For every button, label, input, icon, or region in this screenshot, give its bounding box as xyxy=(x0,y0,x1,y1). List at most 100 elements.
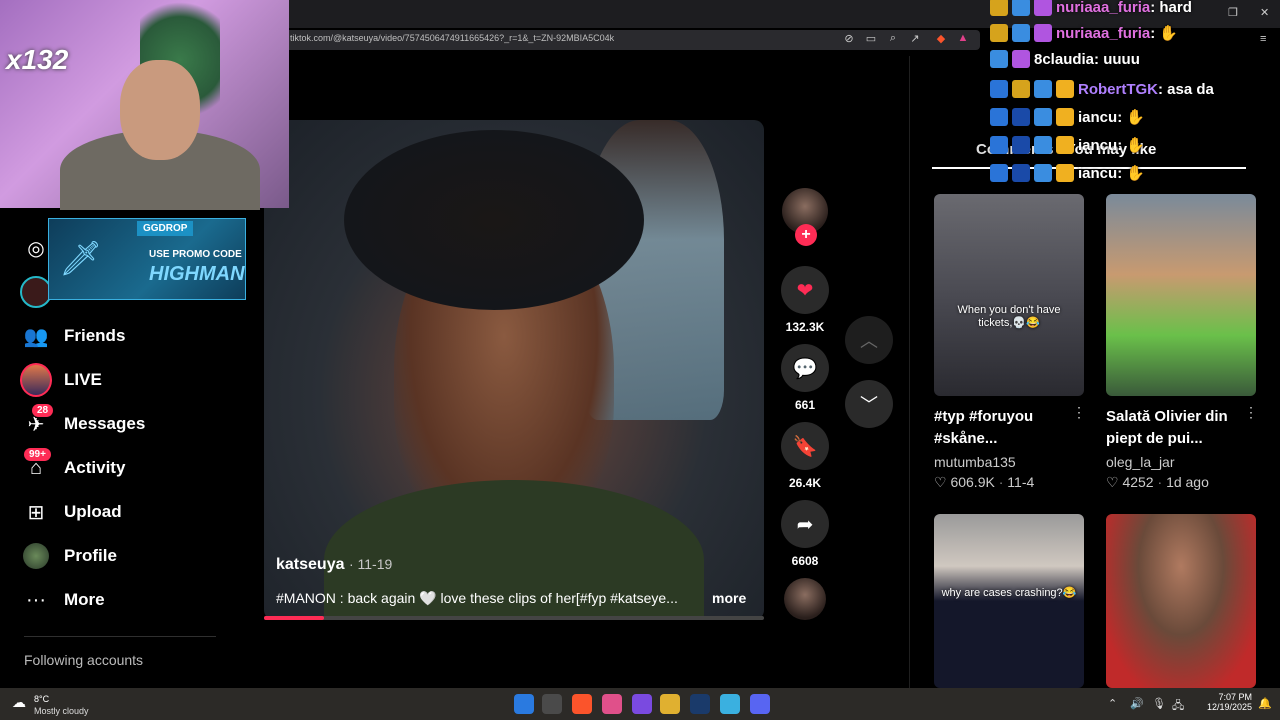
network-icon[interactable]: 🖧 xyxy=(1172,697,1184,716)
streamer-webcam: x132 xyxy=(0,0,289,210)
address-bar[interactable]: tiktok.com/@katseuya/video/7574506474911… xyxy=(282,30,980,50)
comment-count: 661 xyxy=(794,398,816,412)
weather-temperature: 8°C xyxy=(34,694,50,704)
card-thumbnail[interactable] xyxy=(1106,194,1256,396)
creator-avatar-button[interactable]: + xyxy=(780,188,830,246)
card-thumbnail[interactable] xyxy=(1106,514,1256,688)
menu-icon[interactable]: ≡ xyxy=(1260,33,1266,53)
notepad-icon[interactable] xyxy=(720,694,740,714)
brave-browser-icon[interactable] xyxy=(572,694,592,714)
share-count: 6608 xyxy=(791,554,819,568)
tray-chevron-icon[interactable]: ⌃ xyxy=(1108,697,1117,710)
sidebar-item-more[interactable]: ··· More xyxy=(20,580,105,620)
zoom-icon[interactable]: ⌕ xyxy=(886,32,900,45)
sidebar-item-messages[interactable]: ✈ 28 Messages xyxy=(20,404,145,444)
ha-badge-icon xyxy=(1056,164,1074,182)
recommended-card[interactable] xyxy=(1106,514,1256,688)
system-clock[interactable]: 7:07 PM 12/19/2025 xyxy=(1200,692,1252,712)
heart-icon[interactable]: ❤ xyxy=(781,266,829,314)
previous-video-button[interactable]: ︿ xyxy=(845,316,893,364)
brave-shield-icon[interactable]: ◆ xyxy=(934,32,948,45)
chat-username: nuriaaa_furia xyxy=(1056,0,1151,16)
card-thumbnail[interactable]: When you don't have tickets,💀😂 xyxy=(934,194,1084,396)
bg-badge-icon xyxy=(1012,108,1030,126)
card-title[interactable]: Salată Olivier din piept de pui... xyxy=(1106,406,1244,450)
share-arrow-icon[interactable]: ➦ xyxy=(781,500,829,548)
caption-more-button[interactable]: more xyxy=(712,590,746,606)
app-icon[interactable] xyxy=(632,694,652,714)
file-explorer-icon[interactable] xyxy=(660,694,680,714)
cloud-icon: ☁ xyxy=(12,694,26,710)
chat-line: 8claudia: uuuu xyxy=(990,46,1140,72)
sidebar-item-friends[interactable]: 👥 Friends xyxy=(20,316,126,356)
app-icon[interactable] xyxy=(602,694,622,714)
speaker-icon[interactable]: 🔊 xyxy=(1130,697,1144,710)
crown-badge-icon xyxy=(990,24,1008,42)
card-author[interactable]: oleg_la_jar xyxy=(1106,454,1256,470)
reader-icon[interactable]: ⊘ xyxy=(842,32,856,45)
microphone-icon[interactable]: 🎙 xyxy=(1152,697,1166,710)
share-icon[interactable]: ↗ xyxy=(908,32,922,45)
steam-icon[interactable] xyxy=(690,694,710,714)
chat-username: nuriaaa_furia xyxy=(1056,24,1151,42)
sidebar-item-live[interactable]: LIVE xyxy=(20,360,102,400)
promo-line1: USE PROMO CODE xyxy=(149,249,242,260)
sidebar-item-label: Messages xyxy=(64,414,146,433)
card-title[interactable]: #typ #foruyou #skåne... xyxy=(934,406,1072,450)
card-thumbnail[interactable]: why are cases crashing?😂 xyxy=(934,514,1084,688)
following-accounts-heading: Following accounts xyxy=(24,652,144,668)
sidebar-item-activity[interactable]: ⌂ 99+ Activity xyxy=(20,448,125,488)
card-date: 11-4 xyxy=(1007,474,1035,490)
next-video-button[interactable]: ﹀ xyxy=(845,380,893,428)
chat-message: asa da xyxy=(1167,80,1214,98)
follow-plus-icon[interactable]: + xyxy=(795,224,817,246)
recommended-card[interactable]: When you don't have tickets,💀😂 #typ #for… xyxy=(934,194,1086,491)
discord-icon[interactable] xyxy=(750,694,770,714)
creator-avatar[interactable]: + xyxy=(782,188,828,246)
card-menu-icon[interactable]: ⋮ xyxy=(1244,404,1258,421)
clock-time: 7:07 PM xyxy=(1218,692,1252,702)
like-button[interactable]: ❤ 132.3K xyxy=(780,266,830,334)
card-menu-icon[interactable]: ⋮ xyxy=(1072,404,1086,421)
notification-icon[interactable]: 🔔 xyxy=(1258,697,1272,710)
close-window-icon[interactable]: ✕ xyxy=(1260,6,1269,26)
brave-rewards-icon[interactable]: ▲ xyxy=(956,32,970,44)
cast-icon[interactable]: ▭ xyxy=(864,32,878,45)
comment-button[interactable]: 💬 661 xyxy=(780,344,830,412)
share-button[interactable]: ➦ 6608 xyxy=(780,500,830,568)
ha-badge-icon xyxy=(1056,108,1074,126)
chat-line: nuriaaa_furia: ✋ xyxy=(990,20,1178,46)
video-author[interactable]: katseuya xyxy=(276,556,345,573)
chevron-up-icon: ︿ xyxy=(860,331,878,351)
video-player[interactable] xyxy=(264,120,764,620)
heart-outline-icon: ♡ xyxy=(934,474,947,490)
url-text[interactable]: tiktok.com/@katseuya/video/7574506474911… xyxy=(290,33,614,43)
sidebar-item-upload[interactable]: ⊞ Upload xyxy=(20,492,122,532)
emote-icon: ✋ xyxy=(1126,137,1146,154)
video-frame-hair xyxy=(344,130,644,310)
recommended-card[interactable]: why are cases crashing?😂 xyxy=(934,514,1084,688)
chat-username: 8claudia xyxy=(1034,50,1095,68)
video-progress-bar[interactable] xyxy=(264,616,764,620)
sound-avatar-button[interactable] xyxy=(780,578,830,620)
streamer-face xyxy=(120,60,200,160)
restore-icon[interactable]: ❐ xyxy=(1228,6,1238,26)
sound-disc-icon[interactable] xyxy=(784,578,826,620)
windows-start-icon[interactable] xyxy=(514,694,534,714)
video-progress-fill xyxy=(264,616,324,620)
chat-line: RobertTGK: asa da xyxy=(990,76,1214,102)
task-view-icon[interactable] xyxy=(542,694,562,714)
arrow-badge-icon xyxy=(990,136,1008,154)
thumb-caption: When you don't have tickets,💀😂 xyxy=(957,304,1061,329)
activity-icon: ⌂ 99+ xyxy=(20,448,52,484)
bookmark-icon[interactable]: 🔖 xyxy=(781,422,829,470)
card-author[interactable]: mutumba135 xyxy=(934,454,1084,470)
save-button[interactable]: 🔖 26.4K xyxy=(780,422,830,490)
comment-icon[interactable]: 💬 xyxy=(781,344,829,392)
sidebar-item-profile[interactable]: Profile xyxy=(20,536,117,576)
weather-description: Mostly cloudy xyxy=(34,706,89,716)
chat-username: RobertTGK xyxy=(1078,80,1158,98)
chat-username: iancu xyxy=(1078,164,1118,182)
card-likes: 4252 xyxy=(1122,474,1154,490)
recommended-card[interactable]: Salată Olivier din piept de pui... oleg_… xyxy=(1106,194,1258,491)
